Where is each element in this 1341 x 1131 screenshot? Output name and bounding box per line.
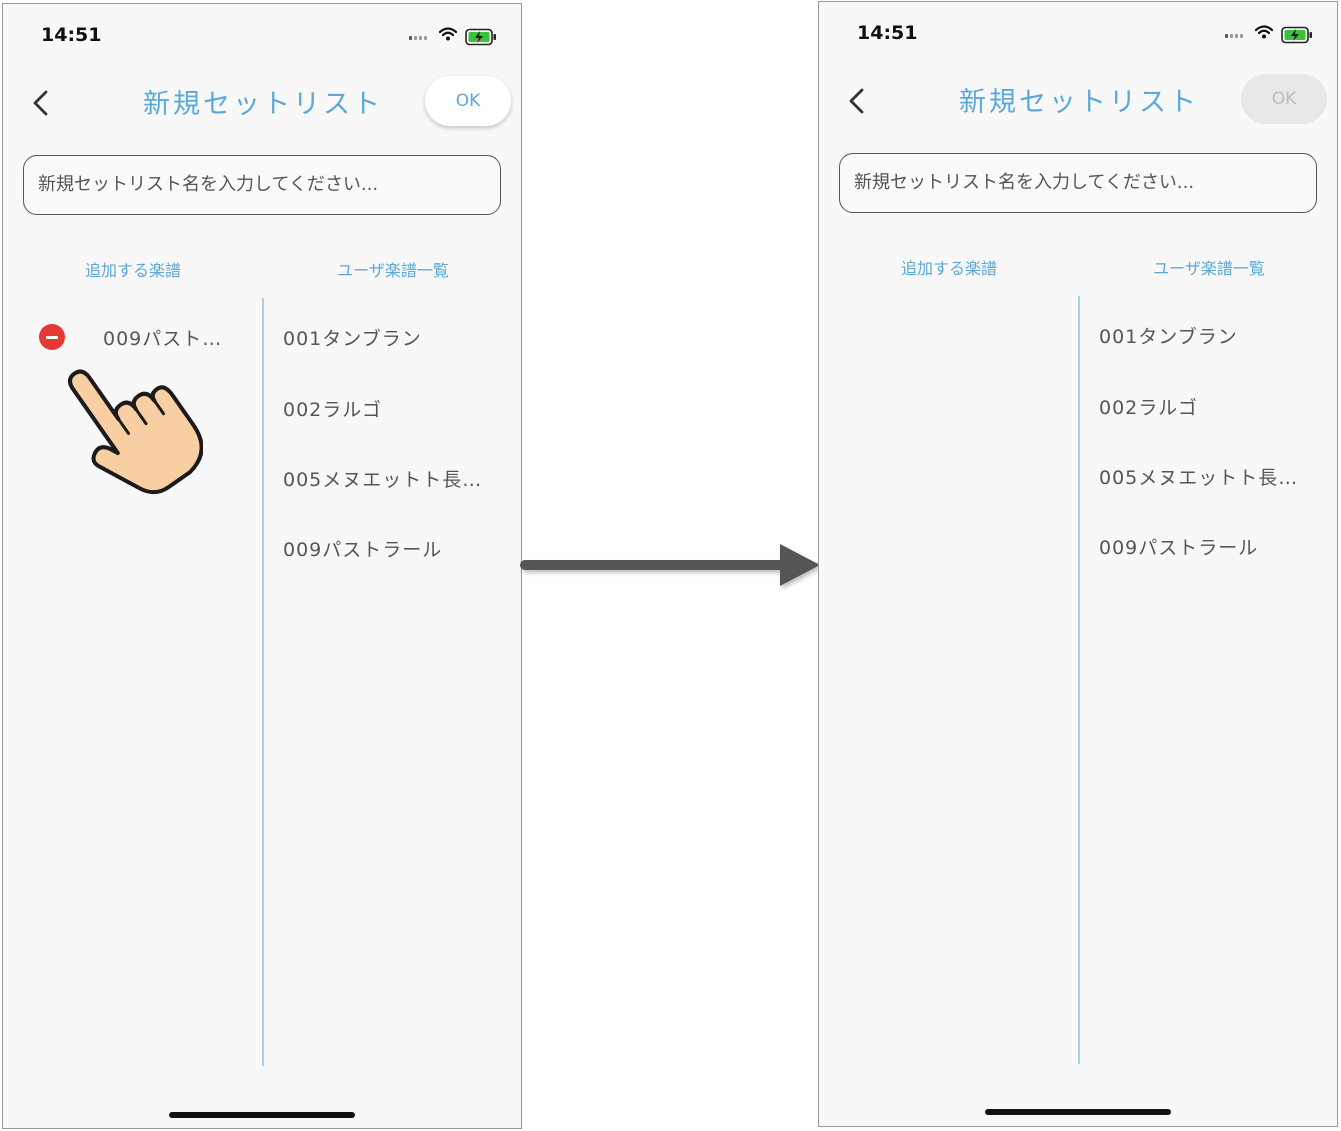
column-divider <box>1078 296 1080 1064</box>
home-indicator <box>169 1112 355 1118</box>
battery-charging-icon <box>1281 26 1312 44</box>
battery-charging-icon <box>465 28 496 46</box>
phone-before-screen: 14:51 新規セットリスト OK 新規セットリスト名を入力してください... … <box>2 3 522 1129</box>
setlist-name-input[interactable]: 新規セットリスト名を入力してください... <box>839 153 1317 213</box>
column-divider <box>262 298 264 1066</box>
right-arrow-icon <box>520 544 820 586</box>
ok-button[interactable]: OK <box>425 76 511 126</box>
ok-button-disabled[interactable]: OK <box>1241 74 1327 124</box>
user-song-item[interactable]: 001タンブラン <box>1099 322 1238 349</box>
user-song-item[interactable]: 009パストラール <box>283 535 442 562</box>
phone-after-screen: 14:51 新規セットリスト OK 新規セットリスト名を入力してください... … <box>818 1 1338 1127</box>
signal-icon <box>1225 34 1243 38</box>
user-song-item[interactable]: 001タンブラン <box>283 324 422 351</box>
user-song-item[interactable]: 005メヌエットト長… <box>1099 463 1298 490</box>
added-scores-header: 追加する楽譜 <box>900 259 997 278</box>
status-time: 14:51 <box>857 22 918 44</box>
home-indicator <box>985 1109 1171 1115</box>
status-icons <box>1225 25 1315 44</box>
user-song-item[interactable]: 009パストラール <box>1099 533 1258 560</box>
status-time: 14:51 <box>41 24 102 46</box>
hand-pointer-icon <box>67 369 203 495</box>
user-song-item[interactable]: 002ラルゴ <box>1099 393 1198 420</box>
user-scores-header: ユーザ楽譜一覧 <box>337 261 449 280</box>
signal-icon <box>409 36 427 40</box>
setlist-name-input[interactable]: 新規セットリスト名を入力してください... <box>23 155 501 215</box>
added-scores-header: 追加する楽譜 <box>84 261 181 280</box>
user-song-item[interactable]: 005メヌエットト長… <box>283 465 482 492</box>
wifi-icon <box>439 27 457 41</box>
status-icons <box>409 27 499 46</box>
user-scores-header: ユーザ楽譜一覧 <box>1153 259 1265 278</box>
wifi-icon <box>1255 25 1273 39</box>
user-song-item[interactable]: 002ラルゴ <box>283 395 382 422</box>
